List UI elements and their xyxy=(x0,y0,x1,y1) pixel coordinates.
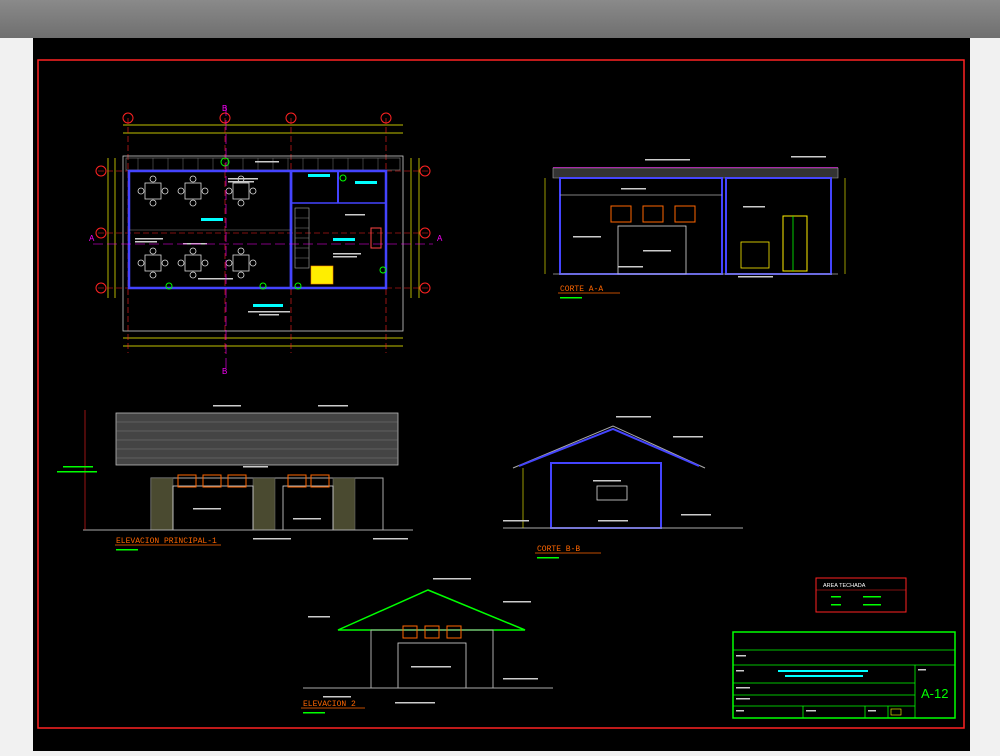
sheet-number: A-12 xyxy=(921,686,948,701)
main-elevation: ELEVACION PRINCIPAL-1 xyxy=(57,405,413,551)
floor-plan: A A B B xyxy=(89,104,443,376)
dining-tables xyxy=(137,175,257,279)
section-marker-a-left: A xyxy=(89,234,95,243)
section-marker-a-right: A xyxy=(437,234,443,243)
viewer-toolbar xyxy=(0,0,1000,38)
sheet-frame xyxy=(37,59,965,729)
title-block: A-12 xyxy=(732,631,956,719)
elevation-2: ELEVACION 2 xyxy=(301,578,553,714)
section-marker-b-bottom: B xyxy=(222,367,227,376)
section-a-a: CORTE A-A xyxy=(544,156,846,299)
cad-drawing: A A B B CORTE A-A ELEVACION PRINCIPAL-1 … xyxy=(37,59,965,729)
area-box-title: AREA TECHADA xyxy=(823,583,866,589)
section-b-b: CORTE B-B xyxy=(503,416,743,559)
drawing-sheet: A A B B CORTE A-A ELEVACION PRINCIPAL-1 … xyxy=(33,38,970,751)
area-box: AREA TECHADA xyxy=(815,577,907,613)
section-marker-b-top: B xyxy=(222,104,227,113)
